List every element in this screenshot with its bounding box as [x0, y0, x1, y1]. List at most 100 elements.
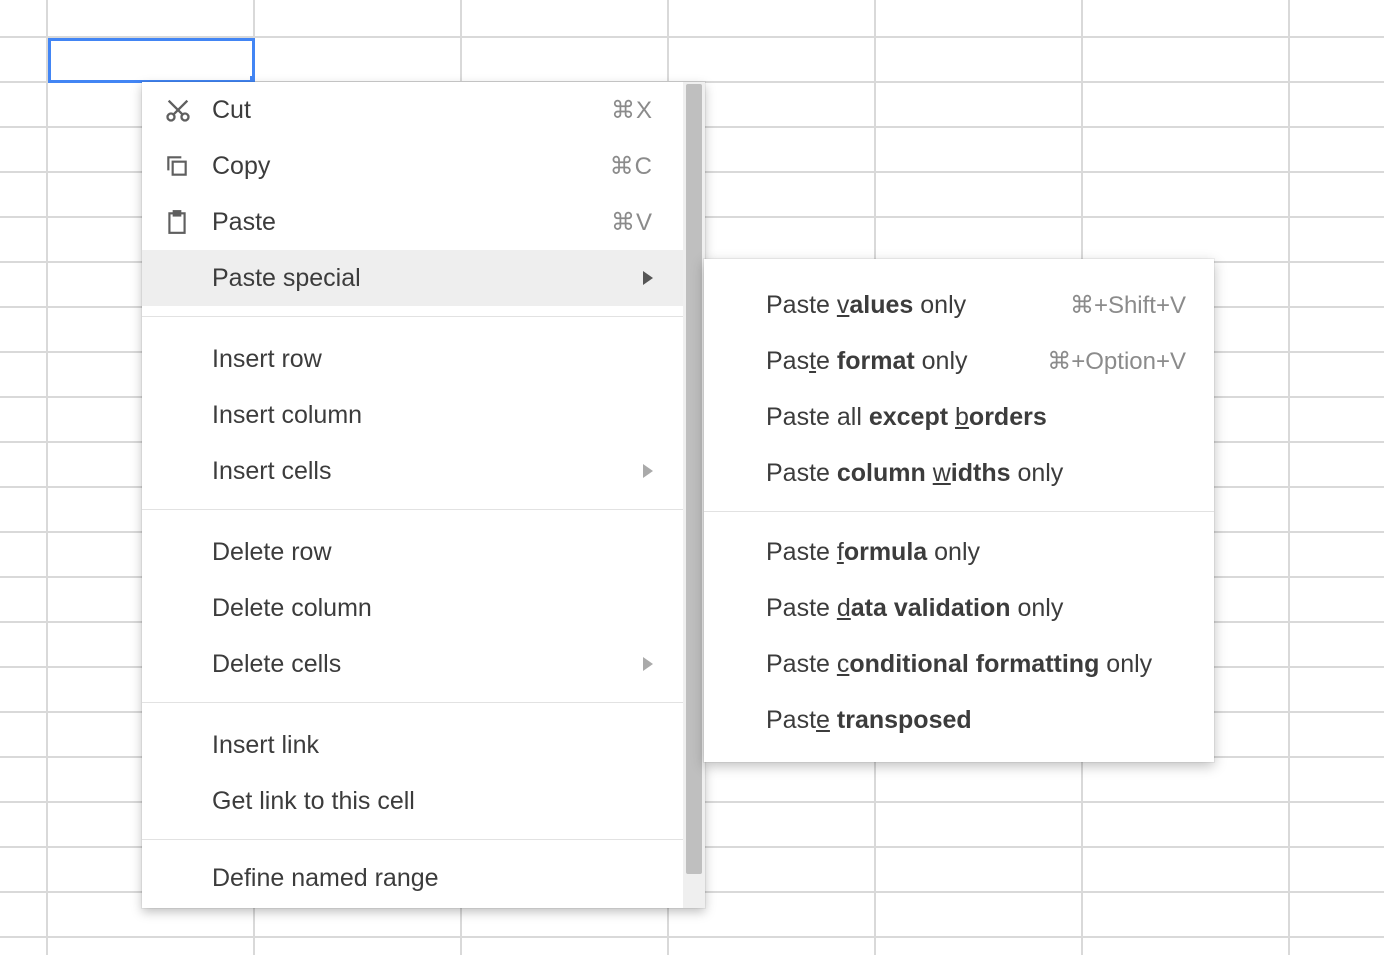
- grid-cell[interactable]: [669, 0, 876, 38]
- grid-cell[interactable]: [0, 533, 48, 578]
- scrollbar-thumb[interactable]: [686, 84, 702, 874]
- grid-cell[interactable]: [0, 0, 48, 38]
- grid-cell[interactable]: [876, 758, 1083, 803]
- grid-cell[interactable]: [1290, 398, 1384, 443]
- grid-cell[interactable]: [0, 578, 48, 623]
- submenu-item-paste-except-borders[interactable]: Paste all except borders: [704, 389, 1214, 445]
- grid-cell[interactable]: [1083, 0, 1290, 38]
- submenu-item-paste-formula[interactable]: Paste formula only: [704, 524, 1214, 580]
- grid-cell[interactable]: [0, 218, 48, 263]
- grid-cell[interactable]: [48, 938, 255, 955]
- grid-cell[interactable]: [876, 938, 1083, 955]
- submenu-item-paste-conditional-formatting[interactable]: Paste conditional formatting only: [704, 636, 1214, 692]
- grid-cell[interactable]: [1290, 83, 1384, 128]
- grid-cell[interactable]: [0, 938, 48, 955]
- grid-cell[interactable]: [1290, 848, 1384, 893]
- menu-item-insert-column[interactable]: Insert column: [142, 387, 683, 443]
- grid-cell[interactable]: [255, 938, 462, 955]
- grid-cell[interactable]: [0, 488, 48, 533]
- menu-item-insert-link[interactable]: Insert link: [142, 717, 683, 773]
- grid-cell[interactable]: [1083, 758, 1290, 803]
- menu-item-cut[interactable]: Cut ⌘X: [142, 82, 683, 138]
- grid-cell[interactable]: [1290, 308, 1384, 353]
- grid-cell[interactable]: [0, 758, 48, 803]
- menu-item-define-named-range[interactable]: Define named range: [142, 854, 705, 893]
- grid-cell[interactable]: [1083, 128, 1290, 173]
- grid-cell[interactable]: [0, 848, 48, 893]
- submenu-item-paste-data-validation[interactable]: Paste data validation only: [704, 580, 1214, 636]
- grid-cell[interactable]: [1290, 128, 1384, 173]
- grid-cell[interactable]: [1083, 848, 1290, 893]
- menu-item-copy[interactable]: Copy ⌘C: [142, 138, 683, 194]
- submenu-item-paste-format[interactable]: Paste format only ⌘+Option+V: [704, 333, 1214, 389]
- grid-cell[interactable]: [0, 353, 48, 398]
- grid-cell[interactable]: [1290, 263, 1384, 308]
- grid-cell[interactable]: [255, 38, 462, 83]
- grid-cell[interactable]: [876, 83, 1083, 128]
- grid-cell[interactable]: [1290, 218, 1384, 263]
- submenu-item-paste-column-widths[interactable]: Paste column widths only: [704, 445, 1214, 501]
- menu-item-insert-row[interactable]: Insert row: [142, 331, 683, 387]
- grid-cell[interactable]: [1290, 173, 1384, 218]
- submenu-item-paste-values[interactable]: Paste values only ⌘+Shift+V: [704, 277, 1214, 333]
- grid-cell[interactable]: [1083, 38, 1290, 83]
- grid-cell[interactable]: [669, 38, 876, 83]
- grid-cell[interactable]: [1083, 893, 1290, 938]
- grid-cell[interactable]: [0, 623, 48, 668]
- grid-cell[interactable]: [462, 0, 669, 38]
- grid-cell[interactable]: [1290, 578, 1384, 623]
- grid-cell[interactable]: [0, 893, 48, 938]
- grid-cell[interactable]: [0, 308, 48, 353]
- menu-item-insert-cells[interactable]: Insert cells: [142, 443, 683, 499]
- grid-cell[interactable]: [1290, 533, 1384, 578]
- grid-cell[interactable]: [1083, 938, 1290, 955]
- grid-cell[interactable]: [1290, 893, 1384, 938]
- grid-cell[interactable]: [0, 38, 48, 83]
- grid-cell[interactable]: [1083, 83, 1290, 128]
- grid-cell[interactable]: [1290, 0, 1384, 38]
- grid-cell[interactable]: [876, 893, 1083, 938]
- grid-cell[interactable]: [48, 0, 255, 38]
- menu-item-delete-row[interactable]: Delete row: [142, 524, 683, 580]
- grid-cell[interactable]: [876, 128, 1083, 173]
- grid-cell[interactable]: [876, 848, 1083, 893]
- grid-cell[interactable]: [1083, 803, 1290, 848]
- grid-cell[interactable]: [462, 38, 669, 83]
- grid-cell[interactable]: [1290, 938, 1384, 955]
- grid-cell[interactable]: [1290, 353, 1384, 398]
- grid-cell[interactable]: [0, 398, 48, 443]
- grid-cell[interactable]: [48, 38, 255, 83]
- grid-cell[interactable]: [462, 938, 669, 955]
- menu-item-get-link[interactable]: Get link to this cell: [142, 773, 683, 829]
- grid-cell[interactable]: [0, 668, 48, 713]
- grid-cell[interactable]: [255, 0, 462, 38]
- grid-cell[interactable]: [0, 83, 48, 128]
- menu-item-delete-cells[interactable]: Delete cells: [142, 636, 683, 692]
- grid-cell[interactable]: [0, 803, 48, 848]
- grid-cell[interactable]: [0, 128, 48, 173]
- grid-cell[interactable]: [1290, 803, 1384, 848]
- menu-item-delete-column[interactable]: Delete column: [142, 580, 683, 636]
- grid-cell[interactable]: [1290, 668, 1384, 713]
- grid-cell[interactable]: [1290, 713, 1384, 758]
- grid-cell[interactable]: [1290, 443, 1384, 488]
- grid-cell[interactable]: [876, 173, 1083, 218]
- grid-cell[interactable]: [876, 0, 1083, 38]
- menu-item-paste-special[interactable]: Paste special: [142, 250, 683, 306]
- menu-item-paste[interactable]: Paste ⌘V: [142, 194, 683, 250]
- grid-cell[interactable]: [1083, 218, 1290, 263]
- grid-cell[interactable]: [0, 263, 48, 308]
- grid-cell[interactable]: [1083, 173, 1290, 218]
- grid-cell[interactable]: [1290, 758, 1384, 803]
- grid-cell[interactable]: [876, 38, 1083, 83]
- submenu-item-paste-transposed[interactable]: Paste transposed: [704, 692, 1214, 748]
- context-menu-scrollbar[interactable]: [683, 82, 705, 908]
- grid-cell[interactable]: [0, 713, 48, 758]
- grid-cell[interactable]: [1290, 38, 1384, 83]
- grid-cell[interactable]: [1290, 623, 1384, 668]
- grid-cell[interactable]: [876, 803, 1083, 848]
- grid-cell[interactable]: [0, 173, 48, 218]
- grid-cell[interactable]: [1290, 488, 1384, 533]
- grid-cell[interactable]: [669, 938, 876, 955]
- grid-cell[interactable]: [876, 218, 1083, 263]
